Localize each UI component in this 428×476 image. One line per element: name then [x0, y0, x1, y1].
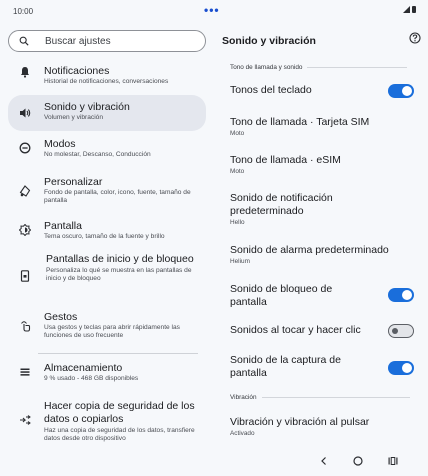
menu-subtitle: Volumen y vibración: [44, 114, 104, 121]
setting-title: Tono de llamada · eSIM: [230, 154, 341, 166]
menu-subtitle: Fondo de pantalla, color, icono, fuente,…: [44, 189, 191, 204]
menu-title: Almacenamiento: [44, 362, 123, 374]
setting-title: Vibración y vibración al pulsar: [230, 416, 370, 428]
back-button[interactable]: [317, 454, 331, 468]
volume-icon: [18, 106, 32, 120]
setting-subtitle: Hello: [230, 219, 245, 226]
bell-icon: [18, 65, 32, 79]
setting-title: Sonido de notificación predeterminado: [230, 192, 333, 217]
setting-title: Sonidos al tocar y hacer clic: [230, 324, 361, 336]
navigation-bar: [0, 444, 428, 476]
search-input[interactable]: Buscar ajustes: [45, 36, 111, 47]
menu-item-almacenamiento[interactable]: Almacenamiento 9 % usado - 468 GB dispon…: [8, 362, 206, 383]
menu-subtitle: No molestar, Descanso, Conducción: [44, 151, 151, 158]
setting-sonido-notificacion[interactable]: Sonido de notificación predeterminado He…: [230, 192, 380, 227]
setting-subtitle: Moto: [230, 168, 245, 175]
menu-title: Modos: [44, 138, 76, 150]
menu-title: Pantalla: [44, 220, 82, 232]
menu-item-pantallas-inicio-bloqueo[interactable]: Pantallas de inicio y de bloqueo Persona…: [8, 253, 206, 283]
setting-sonido-captura[interactable]: Sonido de la captura de pantalla: [230, 354, 414, 382]
status-icons: [403, 6, 416, 13]
menu-title: Sonido y vibración: [44, 101, 130, 113]
setting-title: Sonido de la captura de pantalla: [230, 354, 341, 379]
menu-title: Notificaciones: [44, 65, 110, 77]
lock-sound-toggle[interactable]: [388, 288, 414, 302]
menu-subtitle: Historial de notificaciones, conversacio…: [44, 78, 169, 85]
menu-divider: [38, 353, 198, 354]
setting-title: Tonos del teclado: [230, 84, 312, 96]
lock-screen-icon: [18, 269, 32, 283]
setting-vibracion[interactable]: Vibración y vibración al pulsar Activado: [230, 416, 414, 438]
page-title: Sonido y vibración: [222, 35, 316, 47]
setting-title: Sonido de alarma predeterminado: [230, 244, 389, 256]
setting-tono-esim[interactable]: Tono de llamada · eSIM Moto: [230, 154, 414, 176]
setting-title: Tono de llamada · Tarjeta SIM: [230, 116, 370, 128]
status-time: 10:00: [13, 7, 34, 16]
menu-subtitle: Tema oscuro, tamaño de la fuente y brill…: [44, 233, 165, 240]
signal-icon: [403, 6, 410, 13]
search-icon: [19, 36, 29, 46]
setting-sonidos-toque[interactable]: Sonidos al tocar y hacer clic: [230, 324, 414, 340]
menu-item-pantalla[interactable]: Pantalla Tema oscuro, tamaño de la fuent…: [8, 220, 206, 241]
menu-subtitle: 9 % usado - 468 GB disponibles: [44, 375, 139, 382]
menu-title: Hacer copia de seguridad de los datos o …: [44, 400, 195, 425]
setting-subtitle: Moto: [230, 130, 245, 137]
setting-subtitle: Activado: [230, 430, 255, 437]
palette-icon: [18, 184, 32, 198]
touch-sounds-toggle[interactable]: [388, 324, 414, 338]
setting-title: Sonido de bloqueo de pantalla: [230, 283, 333, 308]
home-button[interactable]: [351, 454, 365, 468]
status-bar: 10:00 •••: [0, 0, 428, 24]
recents-icon: [388, 457, 398, 465]
sound-settings-panel: Sonido y vibración Tono de llamada y son…: [214, 24, 428, 444]
gesture-icon: [18, 319, 32, 333]
setting-tonos-teclado[interactable]: Tonos del teclado: [230, 82, 414, 102]
menu-title: Pantallas de inicio y de bloqueo: [46, 253, 194, 265]
help-icon[interactable]: [409, 32, 421, 44]
battery-icon: [412, 6, 416, 13]
storage-icon: [18, 365, 32, 379]
chevron-left-icon: [321, 457, 326, 465]
setting-sonido-alarma[interactable]: Sonido de alarma predeterminado Helium: [230, 244, 414, 266]
do-not-disturb-icon: [18, 141, 32, 155]
transfer-icon: [18, 413, 32, 427]
keyboard-tones-toggle[interactable]: [388, 84, 414, 98]
menu-item-personalizar[interactable]: Personalizar Fondo de pantalla, color, i…: [8, 176, 206, 205]
recents-button[interactable]: [386, 454, 400, 468]
display-brightness-icon: [18, 223, 32, 237]
section-header-ringtone: Tono de llamada y sonido: [230, 64, 408, 71]
setting-tono-sim[interactable]: Tono de llamada · Tarjeta SIM Moto: [230, 116, 414, 138]
section-header-vibration: Vibración: [230, 394, 410, 401]
setting-subtitle: Helium: [230, 258, 250, 265]
menu-title: Gestos: [44, 311, 78, 323]
multitask-dots-icon[interactable]: •••: [204, 3, 220, 17]
menu-subtitle: Personaliza lo qué se muestra en las pan…: [46, 267, 192, 282]
setting-sonido-bloqueo[interactable]: Sonido de bloqueo de pantalla: [230, 283, 414, 311]
menu-item-gestos[interactable]: Gestos Usa gestos y teclas para abrir rá…: [8, 311, 206, 340]
menu-item-notificaciones[interactable]: Notificaciones Historial de notificacion…: [8, 65, 206, 86]
screenshot-sound-toggle[interactable]: [388, 361, 414, 375]
menu-item-sonido-vibracion[interactable]: Sonido y vibración Volumen y vibración: [8, 95, 206, 131]
menu-title: Personalizar: [44, 176, 103, 188]
home-circle-icon: [353, 456, 363, 466]
menu-item-modos[interactable]: Modos No molestar, Descanso, Conducción: [8, 138, 206, 159]
menu-subtitle: Haz una copia de seguridad de los datos,…: [44, 427, 195, 442]
menu-item-copia-seguridad[interactable]: Hacer copia de seguridad de los datos o …: [8, 400, 206, 443]
settings-menu: Buscar ajustes Notificaciones Historial …: [0, 24, 214, 444]
search-bar[interactable]: Buscar ajustes: [8, 30, 206, 52]
menu-subtitle: Usa gestos y teclas para abrir rápidamen…: [44, 324, 180, 339]
